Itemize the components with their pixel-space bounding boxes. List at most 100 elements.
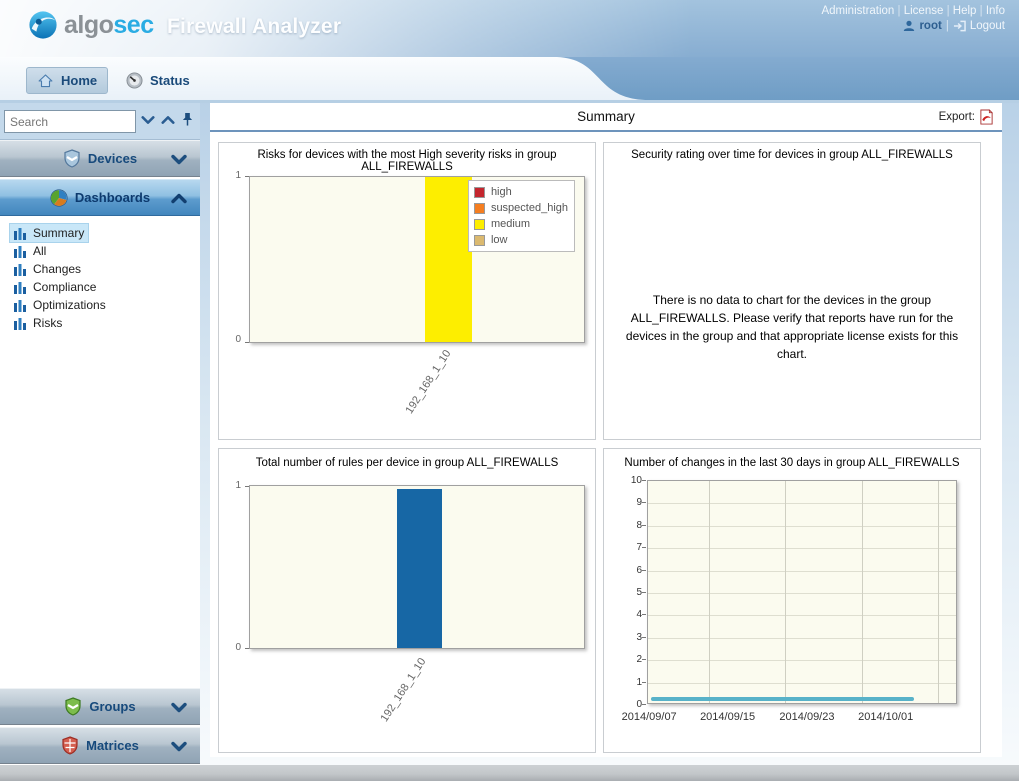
y-tick <box>642 637 646 638</box>
brand-text: algosec <box>64 11 154 40</box>
export-label: Export: <box>939 111 975 123</box>
bar-chart-icon <box>14 299 27 312</box>
chevron-down-icon[interactable] <box>141 115 155 125</box>
tab-home[interactable]: Home <box>26 67 108 94</box>
dashboard-items: Summary All ChangesComplianceOptimizations… <box>0 224 200 332</box>
algosec-logo: algosec <box>28 10 154 40</box>
changes-chart-plot <box>647 480 957 704</box>
risk-chart-plot: high suspected_highmedium low <box>249 176 585 343</box>
pin-icon[interactable] <box>181 112 194 127</box>
y-tick-label: 3 <box>620 632 642 643</box>
sidebar-item-changes[interactable]: Changes <box>10 260 85 278</box>
chevron-down-icon <box>171 741 187 752</box>
bar-chart-icon <box>14 245 27 258</box>
sidebar-item-summary[interactable]: Summary <box>10 224 88 242</box>
changes-chart-panel: Number of changes in the last 30 days in… <box>603 448 981 753</box>
info-link[interactable]: Info <box>986 5 1005 17</box>
app-header: algosec Firewall Analyzer Administration… <box>0 0 1019 57</box>
export-control: Export: <box>939 109 994 125</box>
legend-swatch <box>474 235 485 246</box>
search-input[interactable] <box>4 110 136 133</box>
chart-title: Risks for devices with the most High sev… <box>223 149 591 173</box>
y-tick-label: 7 <box>620 542 642 553</box>
dashboard-grid: Risks for devices with the most High sev… <box>210 134 1002 757</box>
logout-link[interactable]: Logout <box>970 20 1005 32</box>
h-gridline <box>648 638 956 639</box>
legend-item: low <box>474 232 568 248</box>
bar-chart-icon <box>14 263 27 276</box>
legend-swatch <box>474 219 485 230</box>
dashboards-pie-icon <box>50 189 68 207</box>
sidebar-item-compliance[interactable]: Compliance <box>10 278 100 296</box>
license-link[interactable]: License <box>904 5 944 17</box>
y-tick-label: 2 <box>620 654 642 665</box>
sidebar-section-matrices[interactable]: Matrices <box>0 727 200 764</box>
bar-chart-icon <box>14 227 27 240</box>
top-links: Administration | License | Help | Info <box>821 5 1005 17</box>
changes-trend-line <box>651 697 914 701</box>
y-tick-label: 5 <box>620 587 642 598</box>
y-tick-label: 0 <box>620 699 642 710</box>
rules-chart-plot <box>249 485 585 649</box>
legend-label: medium <box>491 218 530 230</box>
separator: | <box>943 5 952 17</box>
legend-item: suspected_high <box>474 200 568 216</box>
legend-item: medium <box>474 216 568 232</box>
administration-link[interactable]: Administration <box>821 5 894 17</box>
y-tick-label: 1 <box>620 677 642 688</box>
sidebar-section-dashboards[interactable]: Dashboards <box>0 179 200 216</box>
h-gridline <box>648 526 956 527</box>
sidebar-section-groups[interactable]: Groups <box>0 688 200 725</box>
x-category-label: 192_168_1_10 <box>378 656 428 724</box>
h-gridline <box>648 593 956 594</box>
chevron-up-icon[interactable] <box>161 115 175 125</box>
sidebar-item-optimizations[interactable]: Optimizations <box>10 296 110 314</box>
legend-label: low <box>491 234 508 246</box>
tab-home-label: Home <box>61 73 97 88</box>
chart-title: Number of changes in the last 30 days in… <box>608 457 976 469</box>
chevron-up-icon <box>171 193 187 204</box>
user-row: root | Logout <box>821 20 1005 32</box>
separator: | <box>894 5 903 17</box>
separator: | <box>946 20 949 32</box>
v-gridline <box>709 481 710 703</box>
chart-legend: high suspected_highmedium low <box>468 180 575 252</box>
no-data-message: There is no data to chart for the device… <box>618 291 966 363</box>
v-gridline <box>785 481 786 703</box>
legend-swatch <box>474 203 485 214</box>
rules-chart-panel: Total number of rules per device in grou… <box>218 448 596 753</box>
y-tick-label: 9 <box>620 497 642 508</box>
algosec-globe-icon <box>28 10 58 40</box>
legend-label: high <box>491 186 512 198</box>
h-gridline <box>648 660 956 661</box>
export-pdf-icon[interactable] <box>979 109 994 125</box>
sidebar-section-devices[interactable]: Devices <box>0 140 200 177</box>
y-tick-label: 1 <box>221 170 241 181</box>
legend-item: high <box>474 184 568 200</box>
y-tick <box>642 525 646 526</box>
sidebar-item-risks[interactable]: Risks <box>10 314 66 332</box>
chart-title: Security rating over time for devices in… <box>608 149 976 161</box>
sidebar-item-label: All <box>33 244 46 258</box>
h-gridline <box>648 571 956 572</box>
header-wave <box>549 57 1019 100</box>
summary-titlebar: Summary Export: <box>210 103 1002 132</box>
y-tick <box>642 480 646 481</box>
tab-status[interactable]: Status <box>116 67 200 94</box>
y-tick <box>642 547 646 548</box>
sidebar-item-all[interactable]: All <box>10 242 50 260</box>
x-tick-label: 2014/09/07 <box>622 711 677 723</box>
security-rating-panel: Security rating over time for devices in… <box>603 142 981 440</box>
y-tick <box>642 614 646 615</box>
y-tick-label: 0 <box>221 334 241 345</box>
help-link[interactable]: Help <box>953 5 977 17</box>
y-tick <box>642 682 646 683</box>
h-gridline <box>648 615 956 616</box>
bar-chart-icon <box>14 281 27 294</box>
y-tick <box>642 704 646 705</box>
username[interactable]: root <box>919 20 941 32</box>
search-bar <box>0 103 200 140</box>
x-tick-label: 2014/09/23 <box>779 711 834 723</box>
risk-chart-panel: Risks for devices with the most High sev… <box>218 142 596 440</box>
status-gauge-icon <box>126 72 143 89</box>
